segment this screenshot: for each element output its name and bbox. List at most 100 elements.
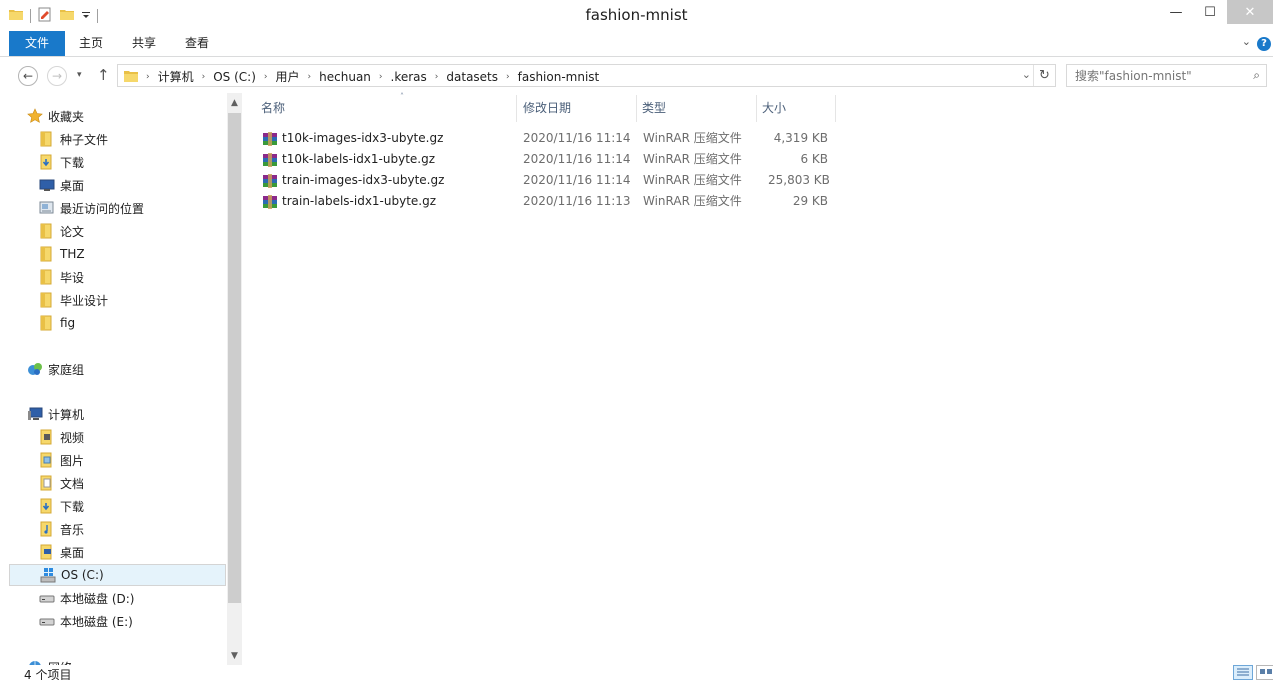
sidebar-item-papers[interactable]: 论文 [9, 220, 226, 242]
sidebar-item-seed-files[interactable]: 种子文件 [9, 128, 226, 150]
breadcrumb-item-computer[interactable]: 计算机 [152, 68, 200, 85]
breadcrumb-chevron-icon[interactable]: › [306, 72, 314, 82]
sidebar-item-label: 论文 [60, 224, 85, 239]
sidebar-item-downloads-computer[interactable]: 下载 [9, 495, 226, 517]
sidebar-item-downloads[interactable]: 下载 [9, 151, 226, 173]
table-row[interactable]: t10k-labels-idx1-ubyte.gz 2020/11/16 11:… [258, 149, 838, 170]
up-button[interactable]: ↑ [97, 66, 110, 84]
table-row[interactable]: train-images-idx3-ubyte.gz 2020/11/16 11… [258, 170, 838, 191]
search-box: ⌕ [1066, 64, 1267, 87]
table-row[interactable]: t10k-images-idx3-ubyte.gz 2020/11/16 11:… [258, 128, 838, 149]
file-date: 2020/11/16 11:13 [523, 194, 631, 208]
minimize-button[interactable]: — [1159, 0, 1193, 24]
ribbon-tabs: 文件 主页 共享 查看 ⌄ ? [0, 31, 1273, 57]
downloads-folder-icon [39, 154, 55, 170]
file-name: train-images-idx3-ubyte.gz [282, 173, 445, 187]
breadcrumb-item-users[interactable]: 用户 [270, 68, 306, 85]
breadcrumb-item-os-c[interactable]: OS (C:) [207, 70, 262, 84]
table-row[interactable]: train-labels-idx1-ubyte.gz 2020/11/16 11… [258, 191, 838, 212]
address-dropdown-icon[interactable]: ⌄ [1022, 68, 1031, 81]
videos-folder-icon [39, 429, 55, 445]
breadcrumb-item-fashion-mnist[interactable]: fashion-mnist [512, 70, 606, 84]
column-header-date-modified[interactable]: 修改日期 [523, 95, 637, 122]
sidebar-item-network[interactable]: 网络 [9, 656, 226, 665]
sidebar-item-local-disk-e[interactable]: 本地磁盘 (E:) [9, 610, 226, 632]
forward-button[interactable]: → [47, 66, 67, 86]
sidebar-item-videos[interactable]: 视频 [9, 426, 226, 448]
navigation-bar: ← → ▾ ↑ › 计算机 › OS (C:) › 用户 › hechuan ›… [0, 58, 1273, 92]
sidebar-item-local-disk-d[interactable]: 本地磁盘 (D:) [9, 587, 226, 609]
column-header-name[interactable]: 名称 ˄ [261, 92, 517, 122]
sidebar-item-label: 下载 [60, 499, 85, 514]
navigation-pane: 收藏夹 种子文件 下载 桌面 最近访问的位置 论文 THZ 毕设 毕业设计 fi… [9, 93, 242, 665]
refresh-button[interactable]: ↻ [1033, 65, 1055, 86]
sidebar-item-documents[interactable]: 文档 [9, 472, 226, 494]
recent-locations-button[interactable]: ▾ [77, 70, 82, 80]
large-icons-view-button[interactable] [1256, 665, 1273, 680]
hard-drive-icon [39, 613, 55, 629]
sidebar-item-graduation-design[interactable]: 毕业设计 [9, 289, 226, 311]
maximize-button[interactable]: ☐ [1193, 0, 1227, 24]
sidebar-item-label: OS (C:) [61, 568, 104, 582]
address-bar[interactable]: › 计算机 › OS (C:) › 用户 › hechuan › .keras … [117, 64, 1056, 87]
scroll-down-button[interactable]: ▼ [227, 648, 242, 664]
breadcrumb-chevron-icon[interactable]: › [200, 72, 208, 82]
breadcrumb-chevron-icon[interactable]: › [377, 72, 385, 82]
breadcrumb-chevron-icon[interactable]: › [504, 72, 512, 82]
navigation-pane-scrollbar[interactable]: ▲ ▼ [227, 93, 242, 665]
breadcrumb-item-datasets[interactable]: datasets [440, 70, 504, 84]
file-name: t10k-labels-idx1-ubyte.gz [282, 152, 436, 166]
folder-icon [39, 131, 55, 147]
hard-drive-icon [39, 590, 55, 606]
file-date: 2020/11/16 11:14 [523, 131, 631, 145]
sidebar-item-computer[interactable]: 计算机 [9, 403, 226, 425]
expand-ribbon-icon[interactable]: ⌄ [1242, 35, 1251, 48]
search-input[interactable] [1067, 65, 1237, 86]
details-view-icon [1237, 668, 1249, 676]
folder-icon [123, 69, 139, 86]
sidebar-item-music[interactable]: 音乐 [9, 518, 226, 540]
sidebar-item-favorites[interactable]: 收藏夹 [9, 105, 226, 127]
sidebar-item-label: 毕设 [60, 270, 85, 285]
column-header-size[interactable]: 大小 [762, 95, 836, 122]
tab-share[interactable]: 共享 [120, 31, 168, 56]
scrollbar-thumb[interactable] [228, 113, 241, 603]
sidebar-item-label: 种子文件 [60, 132, 109, 147]
scroll-up-button[interactable]: ▲ [227, 95, 242, 111]
file-size: 4,319 KB [773, 131, 828, 145]
sidebar-item-os-c[interactable]: OS (C:) [9, 564, 226, 586]
tab-file[interactable]: 文件 [9, 31, 65, 56]
star-icon [27, 108, 43, 124]
breadcrumb-chevron-icon[interactable]: › [433, 72, 441, 82]
column-header-type[interactable]: 类型 [642, 95, 757, 122]
details-view-button[interactable] [1233, 665, 1253, 680]
column-header-label: 名称 [261, 101, 286, 115]
help-icon[interactable]: ? [1257, 37, 1271, 51]
sidebar-item-recent-places[interactable]: 最近访问的位置 [9, 197, 226, 219]
sidebar-item-fig[interactable]: fig [9, 312, 226, 334]
sidebar-item-label: 视频 [60, 430, 85, 445]
sidebar-item-label: 家庭组 [48, 362, 85, 377]
breadcrumb-chevron-icon[interactable]: › [144, 72, 152, 82]
sidebar-item-pictures[interactable]: 图片 [9, 449, 226, 471]
sidebar-item-label: THZ [60, 247, 85, 261]
sidebar-item-desktop[interactable]: 桌面 [9, 174, 226, 196]
back-button[interactable]: ← [18, 66, 38, 86]
breadcrumb-item-hechuan[interactable]: hechuan [313, 70, 377, 84]
sidebar-item-label: 本地磁盘 (D:) [60, 591, 135, 606]
breadcrumb-item-keras[interactable]: .keras [385, 70, 433, 84]
tab-home[interactable]: 主页 [67, 31, 115, 56]
sidebar-item-thz[interactable]: THZ [9, 243, 226, 265]
file-size: 29 KB [792, 194, 828, 208]
desktop-icon [39, 177, 55, 193]
documents-folder-icon [39, 475, 55, 491]
close-button[interactable]: ✕ [1227, 0, 1273, 24]
search-icon[interactable]: ⌕ [1253, 68, 1260, 83]
winrar-archive-icon [262, 173, 278, 189]
sidebar-item-desktop-computer[interactable]: 桌面 [9, 541, 226, 563]
left-edge-strip [0, 93, 3, 665]
breadcrumb-chevron-icon[interactable]: › [262, 72, 270, 82]
sidebar-item-graduation-project[interactable]: 毕设 [9, 266, 226, 288]
tab-view[interactable]: 查看 [173, 31, 221, 56]
sidebar-item-homegroup[interactable]: 家庭组 [9, 358, 226, 380]
